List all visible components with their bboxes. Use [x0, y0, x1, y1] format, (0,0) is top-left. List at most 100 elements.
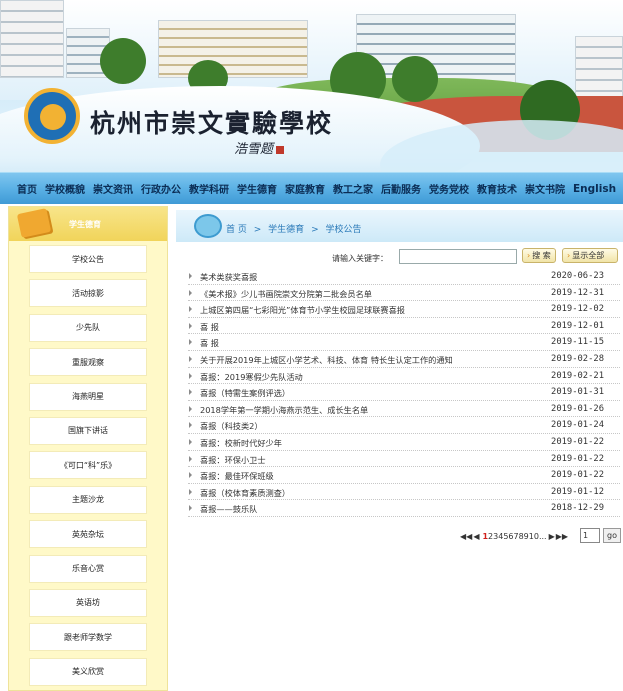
page-number-input[interactable]: 1 — [580, 528, 600, 543]
sidebar-item[interactable]: 乐音心赏 — [29, 554, 147, 583]
news-title[interactable]: 喜报：最佳环保班级 — [200, 470, 274, 482]
nav-item[interactable]: 党务党校 — [429, 181, 469, 196]
main-nav: 首页 学校概貌 崇文资讯 行政办公 教学科研 学生德育 家庭教育 教工之家 后勤服务 党务党校 教育… — [0, 172, 623, 204]
news-date: 2019-12-31 — [551, 287, 604, 298]
nav-item[interactable]: 首页 — [17, 181, 37, 196]
breadcrumb-home[interactable]: 首 页 — [226, 225, 247, 235]
news-title[interactable]: 喜报（特需生案例评选） — [200, 387, 290, 399]
news-title[interactable]: 喜 报 — [200, 337, 219, 349]
news-title[interactable]: 《美术报》少儿书画院崇文分院第二批会员名单 — [200, 288, 372, 300]
sidebar-item[interactable]: 重服观察 — [29, 348, 147, 377]
news-date: 2019-12-02 — [551, 304, 604, 315]
breadcrumb-level2[interactable]: 学校公告 — [325, 225, 361, 235]
book-icon — [16, 208, 52, 238]
news-title[interactable]: 喜报：校新时代好少年 — [200, 437, 282, 449]
logo-mark — [40, 104, 66, 130]
news-row[interactable]: 《美术报》少儿书画院崇文分院第二批会员名单 2019-12-31 — [188, 285, 620, 302]
sidebar-item[interactable]: 少先队 — [29, 313, 147, 342]
news-title[interactable]: 喜 报 — [200, 321, 219, 333]
sidebar-item[interactable]: 英语坊 — [29, 588, 147, 617]
news-title[interactable]: 喜报——鼓乐队 — [200, 503, 257, 515]
house-icon — [194, 214, 222, 238]
nav-item[interactable]: 行政办公 — [141, 181, 181, 196]
arrow-icon: › — [527, 251, 531, 260]
news-title[interactable]: 关于开展2019年上城区小学艺术、科技、体育 特长生认定工作的通知 — [200, 354, 453, 366]
sidebar: 学生德育 学校公告活动掠影少先队重服观察海燕明星国旗下讲话《可口“科”乐》 主题沙… — [8, 206, 168, 691]
news-row[interactable]: 喜 报 2019-11-15 — [188, 334, 620, 351]
nav-item[interactable]: 崇文资讯 — [93, 181, 133, 196]
sidebar-item[interactable]: 英苑杂坛 — [29, 520, 147, 549]
search-input[interactable] — [399, 249, 517, 264]
sidebar-item[interactable]: 《可口“科”乐》 — [29, 451, 147, 480]
nav-item[interactable]: 教育技术 — [477, 181, 517, 196]
school-name: 杭州市崇文實驗學校 — [90, 109, 334, 138]
nav-item[interactable]: 学生德育 — [237, 181, 277, 196]
page-numbers[interactable]: 12345678910... — [482, 532, 546, 541]
signature-text: 浩雪题 — [234, 142, 274, 157]
next-page-icon[interactable]: ▶ — [549, 532, 555, 541]
news-title[interactable]: 喜报：环保小卫士 — [200, 454, 266, 466]
page-links[interactable]: 2345678910... — [488, 532, 547, 541]
search-button-label: 搜 索 — [532, 251, 551, 260]
news-row[interactable]: 喜报：校新时代好少年 2019-01-22 — [188, 434, 620, 451]
news-row[interactable]: 喜报：最佳环保班级 2019-01-22 — [188, 467, 620, 484]
nav-item[interactable]: English — [573, 183, 616, 195]
last-page-icon[interactable]: ▶▶ — [556, 532, 568, 541]
news-row[interactable]: 喜报（科技类2） 2019-01-24 — [188, 417, 620, 434]
news-title[interactable]: 喜报：2019寒假少先队活动 — [200, 371, 303, 383]
news-title[interactable]: 喜报（校体育素质测查） — [200, 487, 290, 499]
sidebar-title: 学生德育 — [69, 220, 101, 229]
news-title[interactable]: 2018学年第一学期小海燕示范生、成长生名单 — [200, 404, 368, 416]
news-row[interactable]: 上城区第四届“七彩阳光”体育节小学生校园足球联赛喜报 2019-12-02 — [188, 301, 620, 318]
sidebar-item[interactable]: 学校公告 — [29, 245, 147, 273]
sidebar-item[interactable]: 活动掠影 — [29, 279, 147, 308]
news-row[interactable]: 喜报：环保小卫士 2019-01-22 — [188, 451, 620, 468]
nav-item[interactable]: 崇文书院 — [525, 181, 565, 196]
news-row[interactable]: 喜 报 2019-12-01 — [188, 318, 620, 335]
bullet-arrow-icon — [189, 339, 192, 346]
nav-item[interactable]: 后勤服务 — [381, 181, 421, 196]
news-row[interactable]: 喜报（特需生案例评选） 2019-01-31 — [188, 384, 620, 401]
news-row[interactable]: 2018学年第一学期小海燕示范生、成长生名单 2019-01-26 — [188, 401, 620, 418]
show-all-button[interactable]: › 显示全部 — [562, 248, 618, 263]
news-title[interactable]: 美术类获奖喜报 — [200, 271, 257, 283]
bullet-arrow-icon — [189, 306, 192, 313]
bullet-arrow-icon — [189, 505, 192, 512]
news-date: 2019-01-22 — [551, 470, 604, 481]
news-date: 2019-02-21 — [551, 370, 604, 381]
nav-item[interactable]: 教工之家 — [333, 181, 373, 196]
breadcrumb: 首 页 > 学生德育 > 学校公告 — [226, 222, 366, 235]
banner-tree — [392, 56, 438, 102]
sidebar-item[interactable]: 主题沙龙 — [29, 485, 147, 514]
banner-building — [158, 20, 308, 78]
sidebar-item[interactable]: 国旗下讲话 — [29, 416, 147, 445]
news-list: 美术类获奖喜报 2020-06-23 《美术报》少儿书画院崇文分院第二批会员名单 20… — [188, 268, 620, 517]
seal-stamp — [276, 145, 285, 154]
breadcrumb-level1[interactable]: 学生德育 — [268, 225, 304, 235]
sidebar-item[interactable]: 跟老师学数学 — [29, 623, 147, 652]
news-date: 2019-01-26 — [551, 403, 604, 414]
sidebar-item[interactable]: 海燕明星 — [29, 382, 147, 411]
prev-page-icon[interactable]: ◀ — [473, 532, 479, 541]
news-row[interactable]: 喜报（校体育素质测查） 2019-01-12 — [188, 484, 620, 501]
nav-item[interactable]: 学校概貌 — [45, 181, 85, 196]
news-row[interactable]: 美术类获奖喜报 2020-06-23 — [188, 268, 620, 285]
news-row[interactable]: 喜报：2019寒假少先队活动 2019-02-21 — [188, 368, 620, 385]
news-row[interactable]: 喜报——鼓乐队 2018-12-29 — [188, 500, 620, 517]
first-page-icon[interactable]: ◀◀ — [460, 532, 472, 541]
bullet-arrow-icon — [189, 322, 192, 329]
arrow-icon: › — [567, 251, 571, 260]
go-button[interactable]: go — [603, 528, 621, 543]
search-button[interactable]: › 搜 索 — [522, 248, 556, 263]
breadcrumb-bar: 首 页 > 学生德育 > 学校公告 — [176, 210, 623, 244]
news-title[interactable]: 上城区第四届“七彩阳光”体育节小学生校园足球联赛喜报 — [200, 304, 405, 316]
search-label: 请输入关键字： — [332, 254, 388, 263]
main-content: 首 页 > 学生德育 > 学校公告 请输入关键字： › 搜 索 › 显示全部 美术类… — [176, 206, 623, 691]
news-date: 2019-01-12 — [551, 486, 604, 497]
nav-item[interactable]: 家庭教育 — [285, 181, 325, 196]
sidebar-item[interactable]: 美义欣赏 — [29, 657, 147, 686]
news-row[interactable]: 关于开展2019年上城区小学艺术、科技、体育 特长生认定工作的通知 2019-02… — [188, 351, 620, 368]
nav-item[interactable]: 教学科研 — [189, 181, 229, 196]
calligraphy-signature: 浩雪题 — [234, 138, 285, 157]
news-title[interactable]: 喜报（科技类2） — [200, 420, 263, 432]
